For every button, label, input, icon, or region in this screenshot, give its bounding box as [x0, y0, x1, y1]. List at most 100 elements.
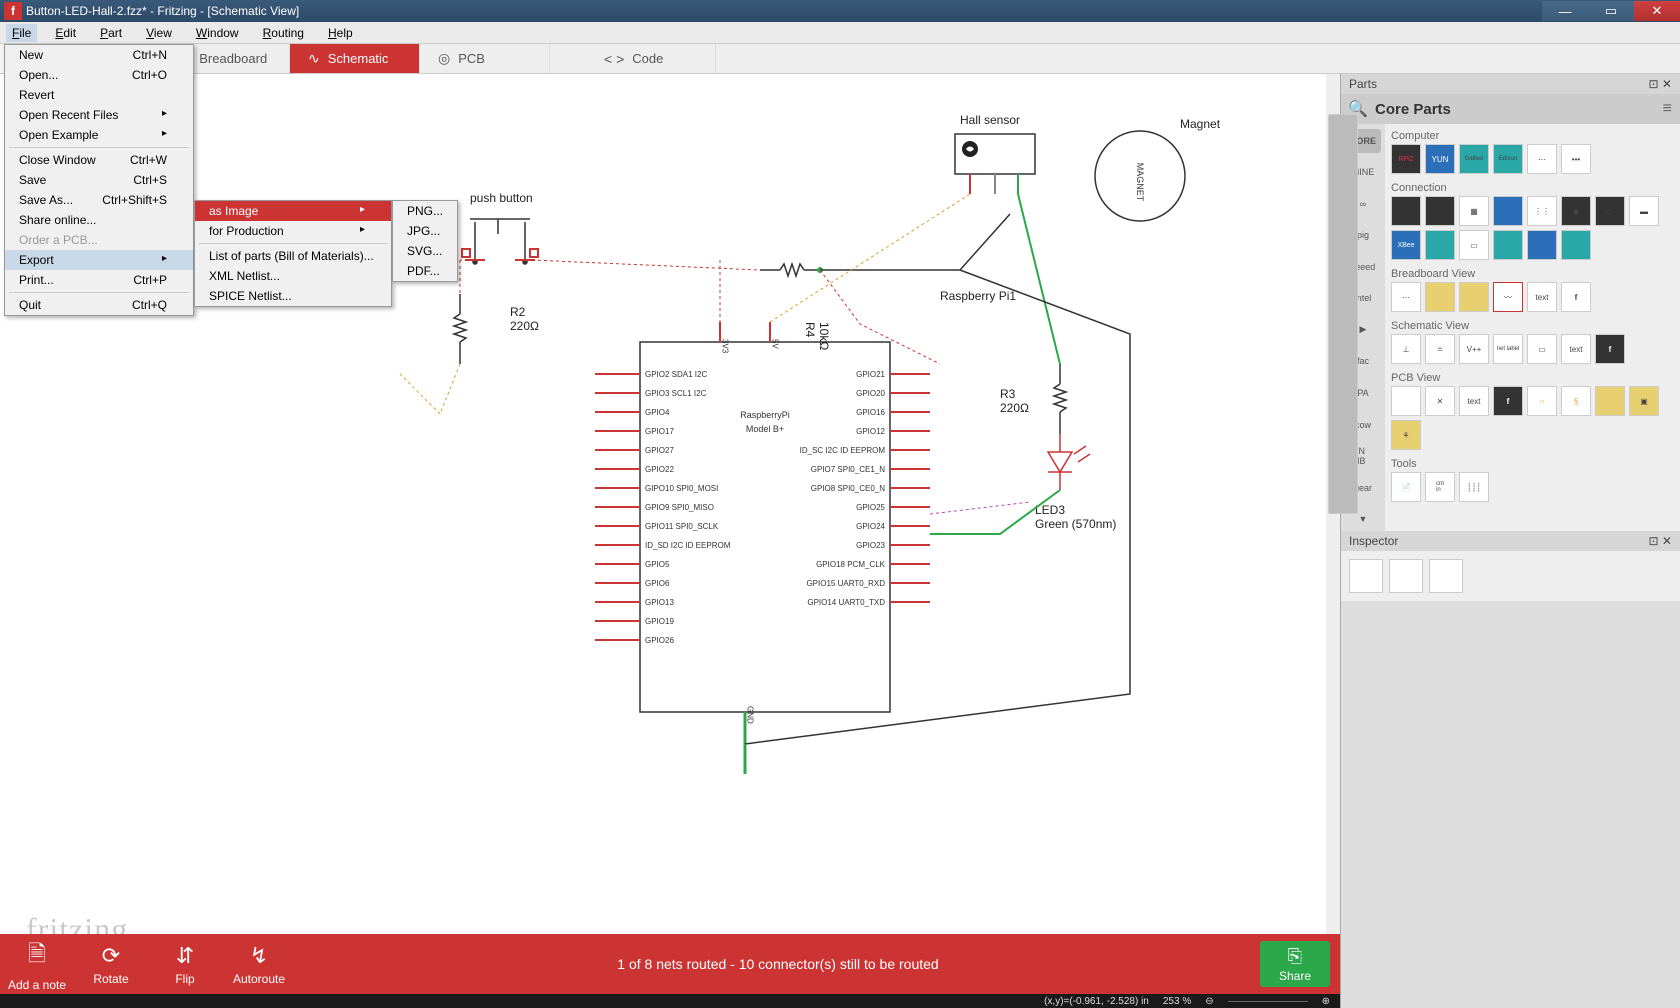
zoom-in-icon[interactable]: ⊕: [1322, 996, 1330, 1007]
svg-text:GPIO16: GPIO16: [856, 408, 885, 417]
part-thumb[interactable]: [1561, 230, 1591, 260]
part-thumb[interactable]: net label: [1493, 334, 1523, 364]
file-menu-item[interactable]: QuitCtrl+Q: [5, 295, 193, 315]
part-thumb[interactable]: [1493, 230, 1523, 260]
part-thumb[interactable]: Edison: [1493, 144, 1523, 174]
part-thumb[interactable]: XBee: [1391, 230, 1421, 260]
tab-pcb[interactable]: ◎PCB: [420, 44, 550, 73]
part-thumb[interactable]: ○: [1527, 386, 1557, 416]
part-thumb[interactable]: text: [1561, 334, 1591, 364]
vertical-scrollbar[interactable]: [1326, 74, 1340, 950]
file-menu-item[interactable]: Open...Ctrl+O: [5, 65, 193, 85]
part-thumb[interactable]: Galileo: [1459, 144, 1489, 174]
file-menu-item[interactable]: Open Example▸: [5, 125, 193, 145]
menu-window[interactable]: Window: [190, 24, 245, 42]
part-thumb[interactable]: [1425, 196, 1455, 226]
menu-part[interactable]: Part: [94, 24, 128, 42]
autoroute-tool[interactable]: ↯Autoroute: [222, 943, 296, 986]
part-thumb[interactable]: 〰: [1493, 282, 1523, 312]
part-thumb[interactable]: 📄: [1391, 472, 1421, 502]
file-menu-item[interactable]: NewCtrl+N: [5, 45, 193, 65]
minimize-button[interactable]: —: [1542, 1, 1588, 21]
parts-menu-icon[interactable]: ≡: [1655, 100, 1680, 118]
part-thumb[interactable]: ┊┊┊: [1459, 472, 1489, 502]
window-close-button[interactable]: ✕: [1634, 1, 1680, 21]
export-menu-item[interactable]: as Image▸: [195, 201, 391, 221]
export-menu-item[interactable]: for Production▸: [195, 221, 391, 241]
file-menu-item[interactable]: Revert: [5, 85, 193, 105]
part-thumb[interactable]: [1493, 196, 1523, 226]
image-format-item[interactable]: JPG...: [393, 221, 457, 241]
part-thumb[interactable]: •••: [1561, 144, 1591, 174]
svg-text:GPIO21: GPIO21: [856, 370, 885, 379]
file-menu-item[interactable]: Open Recent Files▸: [5, 105, 193, 125]
menu-edit[interactable]: Edit: [49, 24, 82, 42]
share-button[interactable]: ⎘Share: [1260, 941, 1330, 987]
part-thumb[interactable]: ⊥: [1391, 334, 1421, 364]
part-thumb[interactable]: [1425, 282, 1455, 312]
flip-tool[interactable]: ⇵Flip: [148, 943, 222, 986]
section-computer: Computer: [1391, 128, 1674, 144]
zoom-slider[interactable]: [1228, 1001, 1308, 1002]
part-thumb[interactable]: YUN: [1425, 144, 1455, 174]
part-thumb[interactable]: ≐: [1425, 334, 1455, 364]
export-menu-item[interactable]: XML Netlist...: [195, 266, 391, 286]
part-thumb[interactable]: ▣: [1629, 386, 1659, 416]
image-format-item[interactable]: PDF...: [393, 261, 457, 281]
file-menu-item[interactable]: Share online...: [5, 210, 193, 230]
rotate-tool[interactable]: ⟳Rotate: [74, 943, 148, 986]
schematic-canvas[interactable]: NewCtrl+NOpen...Ctrl+ORevertOpen Recent …: [0, 74, 1340, 1008]
menu-routing[interactable]: Routing: [257, 24, 310, 42]
export-menu-item[interactable]: SPICE Netlist...: [195, 286, 391, 306]
add-note-tool[interactable]: 🗎Add a note: [0, 937, 74, 992]
part-thumb[interactable]: ▦: [1459, 196, 1489, 226]
export-menu-item[interactable]: List of parts (Bill of Materials)...: [195, 246, 391, 266]
part-thumb[interactable]: text: [1527, 282, 1557, 312]
menu-file[interactable]: File: [6, 24, 37, 42]
tab-schematic[interactable]: ∿Schematic: [290, 44, 420, 73]
part-thumb[interactable]: ⋮⋮: [1527, 196, 1557, 226]
file-menu-item[interactable]: Print...Ctrl+P: [5, 270, 193, 290]
svg-text:GPIO23: GPIO23: [856, 541, 885, 550]
part-thumb[interactable]: f: [1561, 282, 1591, 312]
part-thumb[interactable]: ✕: [1425, 386, 1455, 416]
part-thumb[interactable]: cmin: [1425, 472, 1455, 502]
menu-help[interactable]: Help: [322, 24, 359, 42]
inspector-panel-buttons[interactable]: ⊡ ✕: [1649, 534, 1672, 548]
part-thumb[interactable]: V++: [1459, 334, 1489, 364]
part-thumb[interactable]: ▭: [1527, 334, 1557, 364]
part-thumb[interactable]: [1391, 386, 1421, 416]
part-thumb[interactable]: [1527, 230, 1557, 260]
image-format-item[interactable]: SVG...: [393, 241, 457, 261]
part-thumb[interactable]: [1459, 282, 1489, 312]
part-thumb[interactable]: RPi2: [1391, 144, 1421, 174]
parts-panel-buttons[interactable]: ⊡ ✕: [1649, 77, 1672, 91]
part-thumb[interactable]: [1595, 386, 1625, 416]
part-thumb[interactable]: ◉: [1561, 196, 1591, 226]
part-thumb[interactable]: text: [1459, 386, 1489, 416]
part-thumb[interactable]: §: [1561, 386, 1591, 416]
image-format-item[interactable]: PNG...: [393, 201, 457, 221]
part-thumb[interactable]: [1425, 230, 1455, 260]
part-thumb[interactable]: ▭: [1459, 230, 1489, 260]
file-menu-item[interactable]: Save As...Ctrl+Shift+S: [5, 190, 193, 210]
file-menu-item[interactable]: Close WindowCtrl+W: [5, 150, 193, 170]
part-thumb[interactable]: ⋯: [1391, 282, 1421, 312]
svg-text:GPIO8 SPI0_CE0_N: GPIO8 SPI0_CE0_N: [811, 484, 885, 493]
part-thumb[interactable]: ⚘: [1391, 420, 1421, 450]
tab-code[interactable]: < >Code: [586, 44, 716, 73]
zoom-out-icon[interactable]: ⊖: [1205, 996, 1213, 1007]
part-thumb[interactable]: [1391, 196, 1421, 226]
part-thumb[interactable]: ⋯: [1527, 144, 1557, 174]
part-thumb[interactable]: f: [1595, 334, 1625, 364]
part-thumb[interactable]: ▭: [1595, 196, 1625, 226]
parts-content[interactable]: Computer RPi2 YUN Galileo Edison ⋯ ••• C…: [1385, 124, 1680, 531]
file-menu-item[interactable]: SaveCtrl+S: [5, 170, 193, 190]
maximize-button[interactable]: ▭: [1588, 1, 1634, 21]
vscroll-thumb[interactable]: [1328, 114, 1358, 514]
part-thumb[interactable]: f: [1493, 386, 1523, 416]
menu-view[interactable]: View: [140, 24, 178, 42]
part-thumb[interactable]: ▬: [1629, 196, 1659, 226]
file-menu-item[interactable]: Export▸: [5, 250, 193, 270]
file-menu-item[interactable]: Order a PCB...: [5, 230, 193, 250]
